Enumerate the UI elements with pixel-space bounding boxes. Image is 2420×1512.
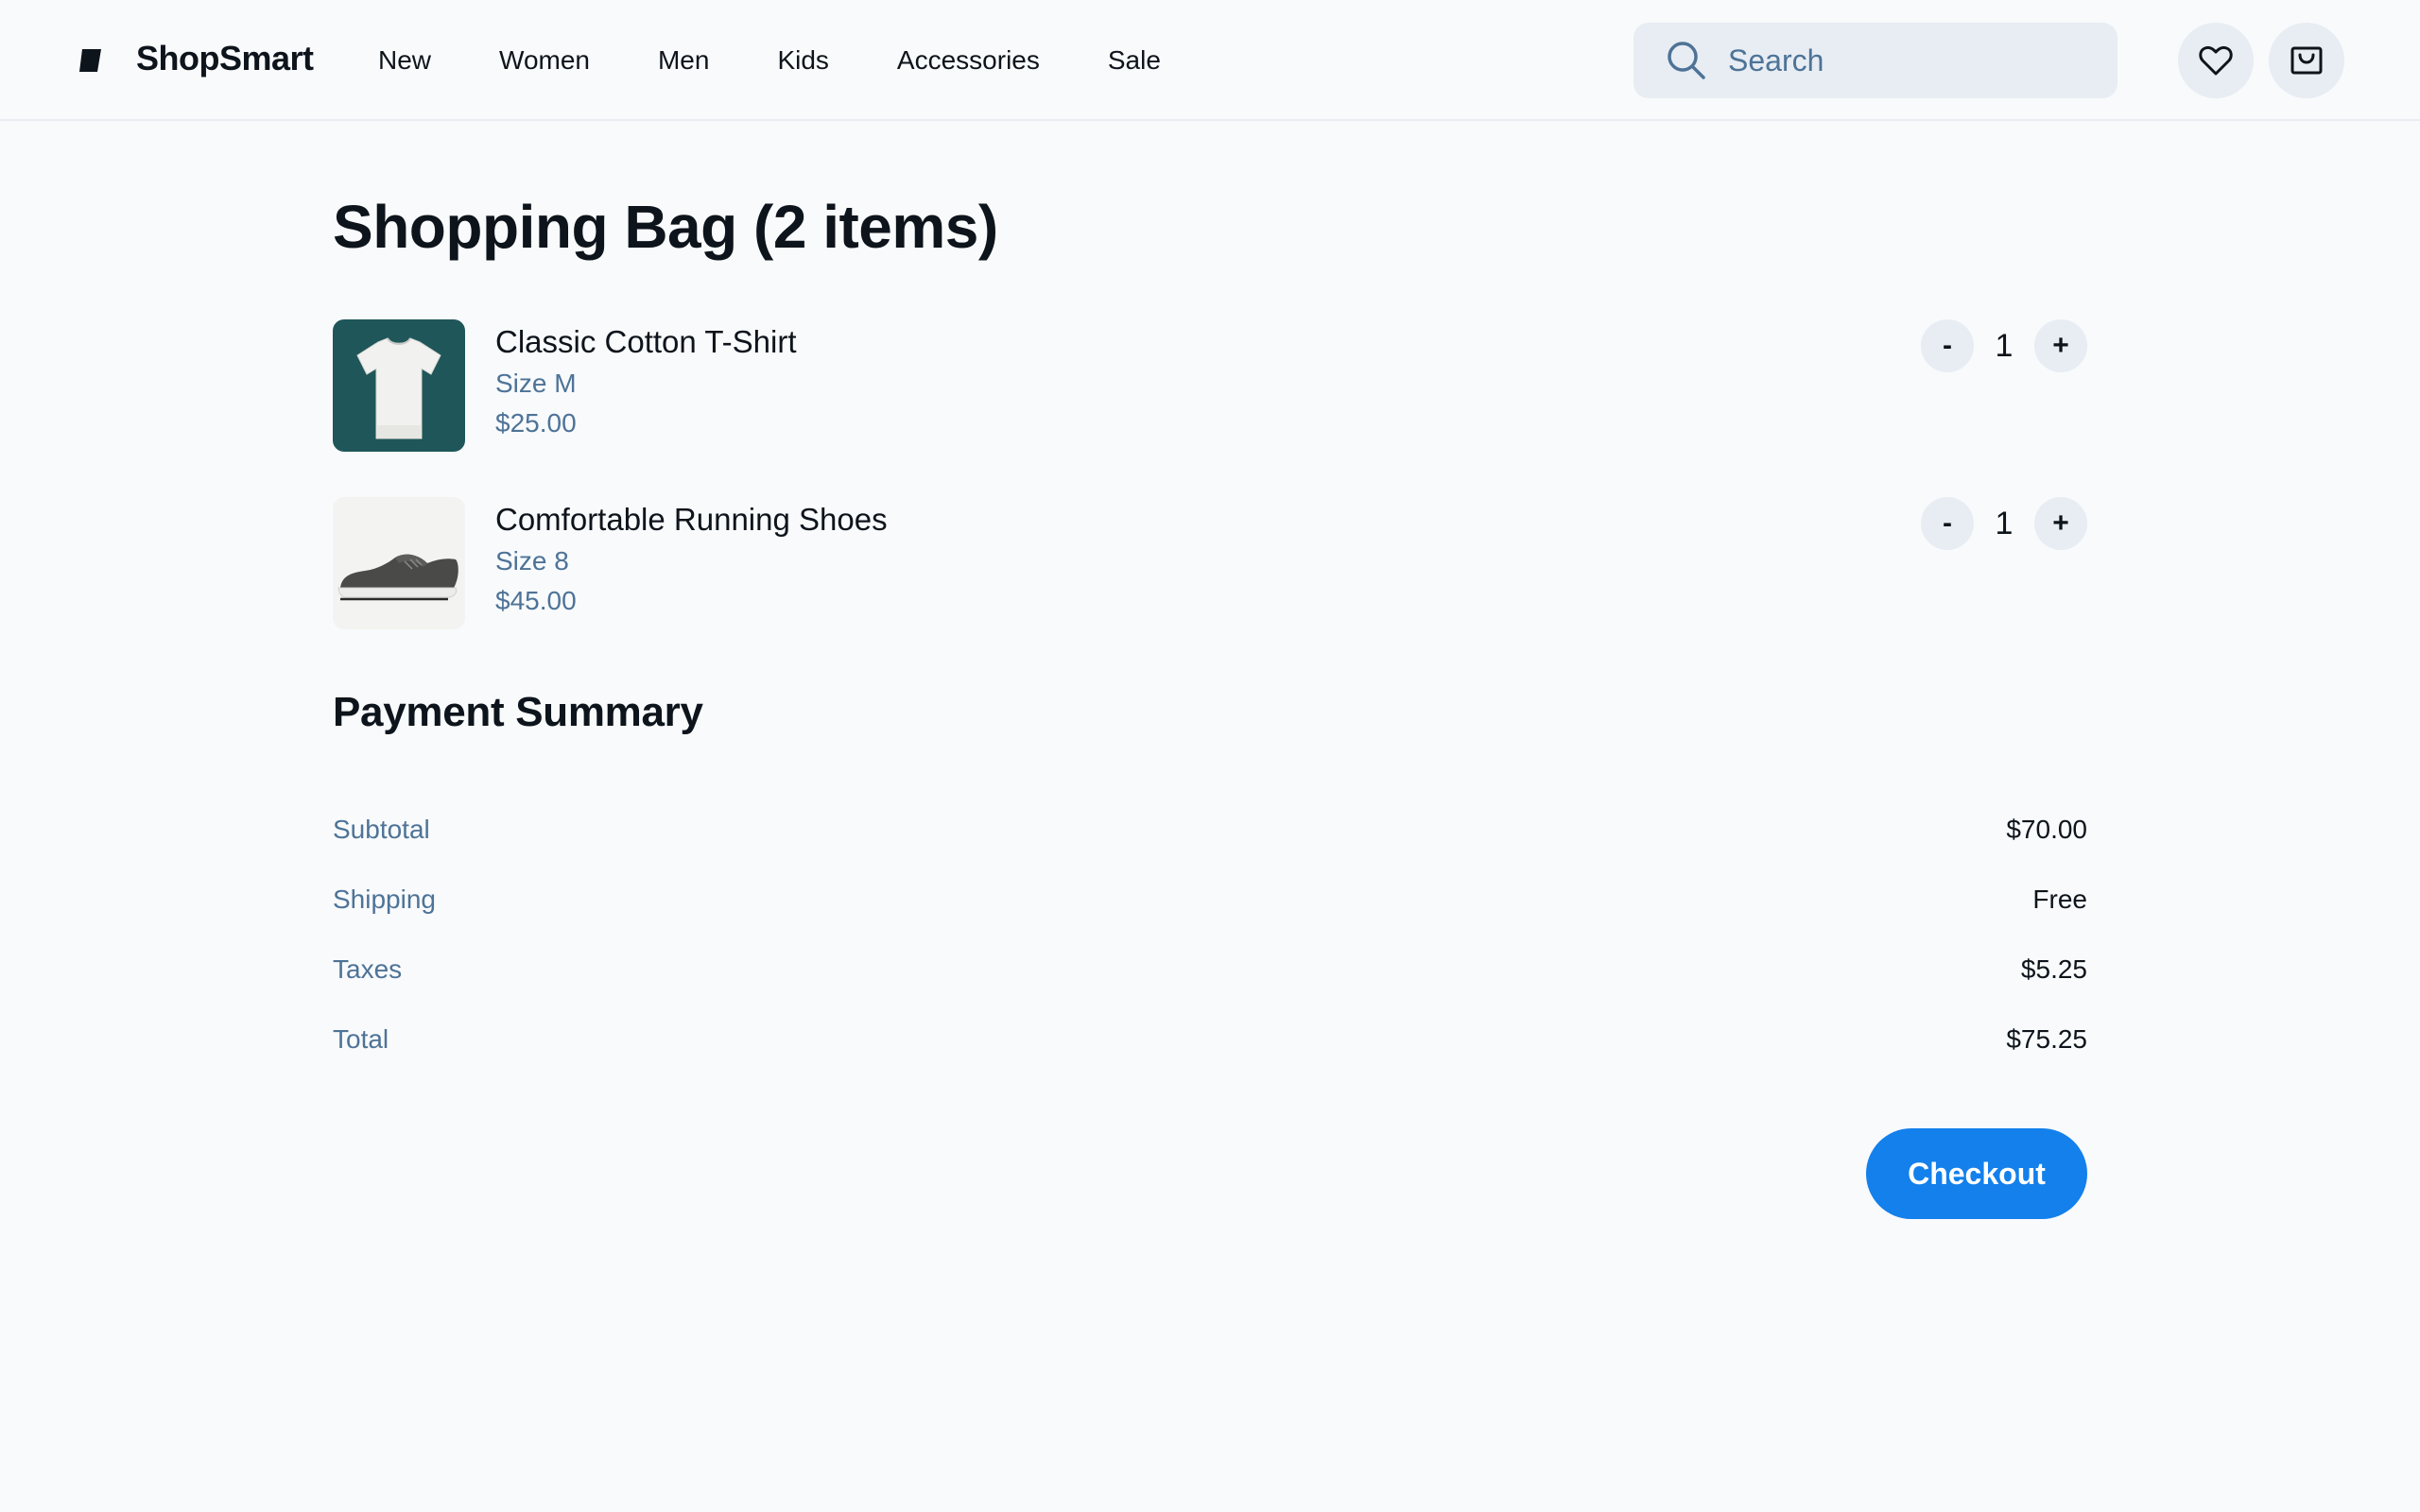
cart-item: Classic Cotton T-Shirt Size M $25.00 - 1… — [333, 319, 2087, 452]
wishlist-button[interactable] — [2178, 23, 2254, 98]
summary-label: Total — [333, 1024, 389, 1054]
white-tshirt-image[interactable] — [333, 319, 465, 452]
item-size: Size 8 — [495, 546, 569, 576]
item-size: Size M — [495, 369, 577, 398]
summary-value: $70.00 — [2006, 815, 2087, 844]
shop-logo-icon — [79, 49, 101, 72]
increase-quantity-button[interactable]: + — [2034, 497, 2087, 550]
quantity-value: 1 — [1995, 328, 2014, 364]
summary-value: $5.25 — [2020, 954, 2087, 984]
cart-item: Comfortable Running Shoes Size 8 $45.00 … — [333, 497, 2087, 629]
shopping-bag-button[interactable] — [2269, 23, 2344, 98]
payment-summary-title: Payment Summary — [333, 689, 703, 735]
summary-value: $75.25 — [2006, 1024, 2087, 1054]
nav-item-men[interactable]: Men — [658, 38, 709, 83]
summary-label: Subtotal — [333, 815, 430, 844]
quantity-value: 1 — [1995, 506, 2014, 541]
item-name[interactable]: Comfortable Running Shoes — [495, 497, 888, 542]
quantity-stepper: - 1 + — [1921, 319, 2087, 372]
checkout-button[interactable]: Checkout — [1866, 1128, 2087, 1219]
main-nav: New Women Men Kids Accessories Sale — [378, 38, 1229, 83]
search-icon — [1668, 42, 1705, 79]
nav-item-accessories[interactable]: Accessories — [897, 38, 1040, 83]
decrease-quantity-button[interactable]: - — [1921, 319, 1974, 372]
search-input[interactable] — [1726, 42, 2089, 79]
summary-row-taxes: Taxes $5.25 — [333, 947, 2087, 992]
summary-row-shipping: Shipping Free — [333, 877, 2087, 922]
nav-item-women[interactable]: Women — [499, 38, 590, 83]
nav-item-kids[interactable]: Kids — [777, 38, 828, 83]
search-box[interactable] — [1634, 23, 2118, 98]
summary-row-subtotal: Subtotal $70.00 — [333, 807, 2087, 852]
quantity-stepper: - 1 + — [1921, 497, 2087, 550]
summary-label: Shipping — [333, 885, 436, 914]
page-title: Shopping Bag (2 items) — [333, 193, 998, 261]
item-price: $25.00 — [495, 408, 577, 438]
summary-value: Free — [2032, 885, 2087, 914]
nav-item-sale[interactable]: Sale — [1108, 38, 1161, 83]
increase-quantity-button[interactable]: + — [2034, 319, 2087, 372]
heart-icon — [2199, 45, 2233, 76]
decrease-quantity-button[interactable]: - — [1921, 497, 1974, 550]
running-shoe-image[interactable] — [333, 497, 465, 629]
nav-item-new[interactable]: New — [378, 38, 431, 83]
top-nav-bar: ShopSmart New Women Men Kids Accessories… — [0, 0, 2420, 121]
shopping-bag-icon — [2290, 46, 2323, 75]
item-price: $45.00 — [495, 586, 577, 615]
brand-name[interactable]: ShopSmart — [136, 36, 314, 81]
summary-row-total: Total $75.25 — [333, 1017, 2087, 1062]
summary-label: Taxes — [333, 954, 403, 984]
item-name[interactable]: Classic Cotton T-Shirt — [495, 319, 797, 365]
